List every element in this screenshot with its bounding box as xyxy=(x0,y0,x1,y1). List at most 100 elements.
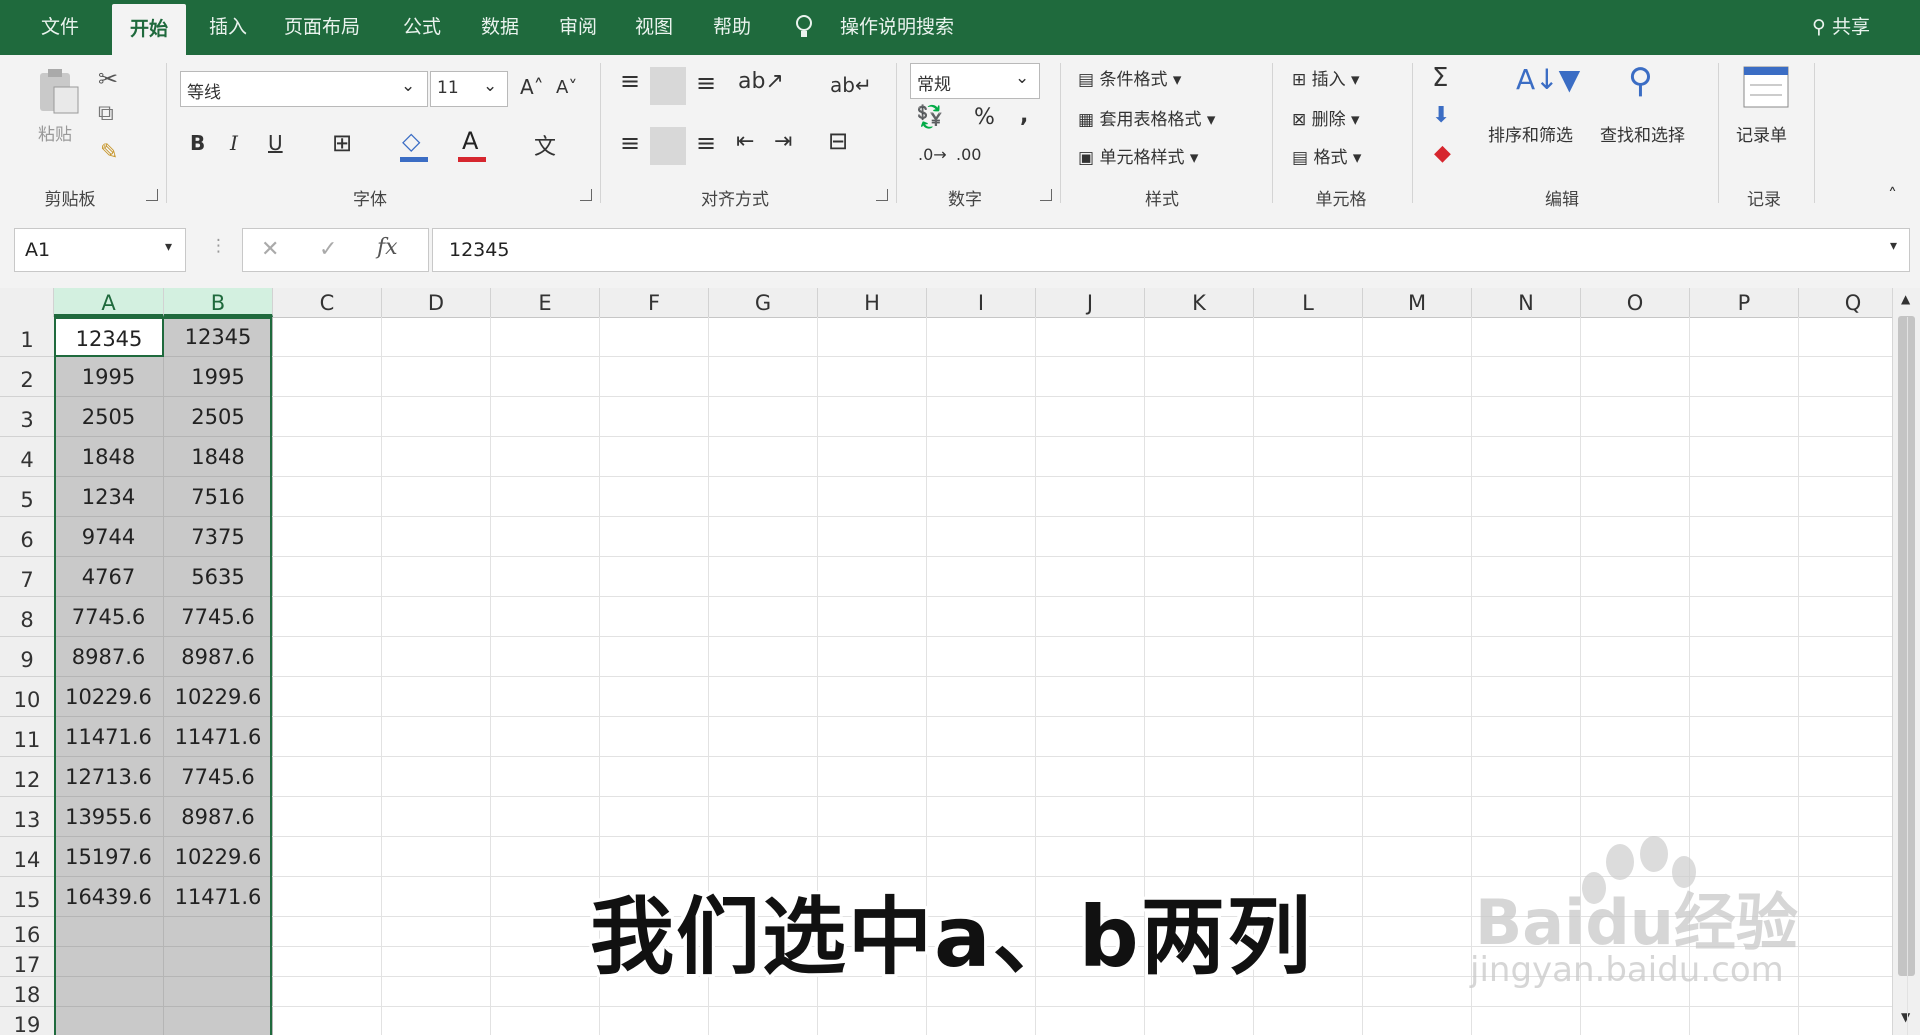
column-header-m[interactable]: M xyxy=(1363,288,1472,317)
column-header-f[interactable]: F xyxy=(600,288,709,317)
column-header-n[interactable]: N xyxy=(1472,288,1581,317)
cell-a3[interactable]: 2505 xyxy=(54,397,164,437)
tab-home[interactable]: 开始 xyxy=(112,4,186,55)
share-button[interactable]: ⚲ 共享 xyxy=(1812,0,1870,55)
tab-page-layout[interactable]: 页面布局 xyxy=(272,0,372,55)
column-header-d[interactable]: D xyxy=(382,288,491,317)
currency-icon[interactable]: 💱 xyxy=(916,105,943,130)
cell-b18[interactable] xyxy=(164,977,273,1007)
cell-a18[interactable] xyxy=(54,977,164,1007)
row-header-9[interactable]: 9 xyxy=(0,637,54,677)
cell-styles-button[interactable]: ▣ 单元格样式 ▾ xyxy=(1078,143,1198,168)
italic-button[interactable]: I xyxy=(230,131,238,155)
scroll-down-icon[interactable]: ▼ xyxy=(1901,1010,1910,1024)
decrease-indent-icon[interactable]: ⇤ xyxy=(736,129,754,154)
merge-center-icon[interactable]: ⊟ xyxy=(828,127,848,155)
cell-a7[interactable]: 4767 xyxy=(54,557,164,597)
row-header-11[interactable]: 11 xyxy=(0,717,54,757)
decrease-decimal-icon[interactable]: .00 xyxy=(956,145,981,164)
cell-b3[interactable]: 2505 xyxy=(164,397,273,437)
cell-b15[interactable]: 11471.6 xyxy=(164,877,273,917)
orientation-icon[interactable]: ab↗ xyxy=(738,69,784,94)
cell-a16[interactable] xyxy=(54,917,164,947)
row-header-13[interactable]: 13 xyxy=(0,797,54,837)
sort-filter-button[interactable]: 排序和筛选 xyxy=(1488,121,1573,146)
enter-icon[interactable]: ✓ xyxy=(319,237,337,262)
cell-b11[interactable]: 11471.6 xyxy=(164,717,273,757)
cell-b7[interactable]: 5635 xyxy=(164,557,273,597)
comma-button[interactable]: , xyxy=(1020,103,1028,128)
column-header-b[interactable]: B xyxy=(164,288,273,317)
bold-button[interactable]: B xyxy=(190,131,205,155)
vertical-scrollbar[interactable]: ▲ ▼ xyxy=(1892,288,1920,1035)
insert-cells-button[interactable]: ⊞ 插入 ▾ xyxy=(1292,65,1360,90)
cell-a17[interactable] xyxy=(54,947,164,977)
cancel-icon[interactable]: ✕ xyxy=(261,237,279,262)
column-header-c[interactable]: C xyxy=(273,288,382,317)
cell-b13[interactable]: 8987.6 xyxy=(164,797,273,837)
cell-b17[interactable] xyxy=(164,947,273,977)
increase-font-icon[interactable]: A˄ xyxy=(520,75,544,99)
cell-a8[interactable]: 7745.6 xyxy=(54,597,164,637)
align-top-icon[interactable]: ≡ xyxy=(620,67,640,95)
clear-icon[interactable]: ◆ xyxy=(1434,141,1451,166)
cell-a1[interactable]: 12345 xyxy=(54,317,164,357)
expand-formula-icon[interactable]: ▾ xyxy=(1890,238,1897,254)
column-header-a[interactable]: A xyxy=(54,288,164,317)
align-center-icon[interactable] xyxy=(650,127,686,165)
clipboard-launcher[interactable] xyxy=(146,189,158,201)
row-header-12[interactable]: 12 xyxy=(0,757,54,797)
row-header-10[interactable]: 10 xyxy=(0,677,54,717)
column-header-l[interactable]: L xyxy=(1254,288,1363,317)
row-header-2[interactable]: 2 xyxy=(0,357,54,397)
wrap-text-icon[interactable]: ab↵ xyxy=(830,73,872,97)
row-header-18[interactable]: 18 xyxy=(0,977,54,1007)
cell-b4[interactable]: 1848 xyxy=(164,437,273,477)
format-painter-icon[interactable]: ✎ xyxy=(100,140,118,165)
font-size-select[interactable]: 11 ⌄ xyxy=(430,71,508,107)
increase-indent-icon[interactable]: ⇥ xyxy=(774,129,792,154)
tab-file[interactable]: 文件 xyxy=(30,0,90,55)
column-header-e[interactable]: E xyxy=(491,288,600,317)
paste-icon[interactable] xyxy=(34,67,82,117)
row-header-8[interactable]: 8 xyxy=(0,597,54,637)
cell-b19[interactable] xyxy=(164,1007,273,1035)
cell-a9[interactable]: 8987.6 xyxy=(54,637,164,677)
tab-data[interactable]: 数据 xyxy=(470,0,530,55)
tell-me-search[interactable]: 操作说明搜索 xyxy=(840,0,954,55)
cut-icon[interactable]: ✂ xyxy=(98,65,118,93)
cell-b10[interactable]: 10229.6 xyxy=(164,677,273,717)
format-cells-button[interactable]: ▤ 格式 ▾ xyxy=(1292,143,1361,168)
font-color-icon[interactable]: A xyxy=(462,127,478,155)
row-header-4[interactable]: 4 xyxy=(0,437,54,477)
paste-label[interactable]: 粘贴 xyxy=(38,120,72,145)
row-header-3[interactable]: 3 xyxy=(0,397,54,437)
cell-a6[interactable]: 9744 xyxy=(54,517,164,557)
align-bottom-icon[interactable]: ≡ xyxy=(696,69,716,97)
collapse-ribbon-icon[interactable]: ˄ xyxy=(1888,185,1897,206)
name-box[interactable]: A1 ▾ xyxy=(14,228,186,272)
align-right-icon[interactable]: ≡ xyxy=(696,129,716,157)
cell-a11[interactable]: 11471.6 xyxy=(54,717,164,757)
tab-formulas[interactable]: 公式 xyxy=(392,0,452,55)
cell-a2[interactable]: 1995 xyxy=(54,357,164,397)
find-select-button[interactable]: 查找和选择 xyxy=(1600,121,1685,146)
cell-a13[interactable]: 13955.6 xyxy=(54,797,164,837)
select-all-corner[interactable] xyxy=(0,288,54,317)
cell-a10[interactable]: 10229.6 xyxy=(54,677,164,717)
cell-b9[interactable]: 8987.6 xyxy=(164,637,273,677)
column-header-k[interactable]: K xyxy=(1145,288,1254,317)
align-left-icon[interactable]: ≡ xyxy=(620,129,640,157)
increase-decimal-icon[interactable]: .0→ xyxy=(918,145,947,164)
cell-b6[interactable]: 7375 xyxy=(164,517,273,557)
tab-review[interactable]: 审阅 xyxy=(548,0,608,55)
decrease-font-icon[interactable]: A˅ xyxy=(556,77,577,98)
tab-help[interactable]: 帮助 xyxy=(702,0,762,55)
row-header-6[interactable]: 6 xyxy=(0,517,54,557)
cell-b14[interactable]: 10229.6 xyxy=(164,837,273,877)
alignment-launcher[interactable] xyxy=(876,189,888,201)
fill-icon[interactable]: ⬇ xyxy=(1432,103,1450,128)
insert-function-icon[interactable]: fx xyxy=(377,235,398,260)
column-header-i[interactable]: I xyxy=(927,288,1036,317)
row-header-5[interactable]: 5 xyxy=(0,477,54,517)
